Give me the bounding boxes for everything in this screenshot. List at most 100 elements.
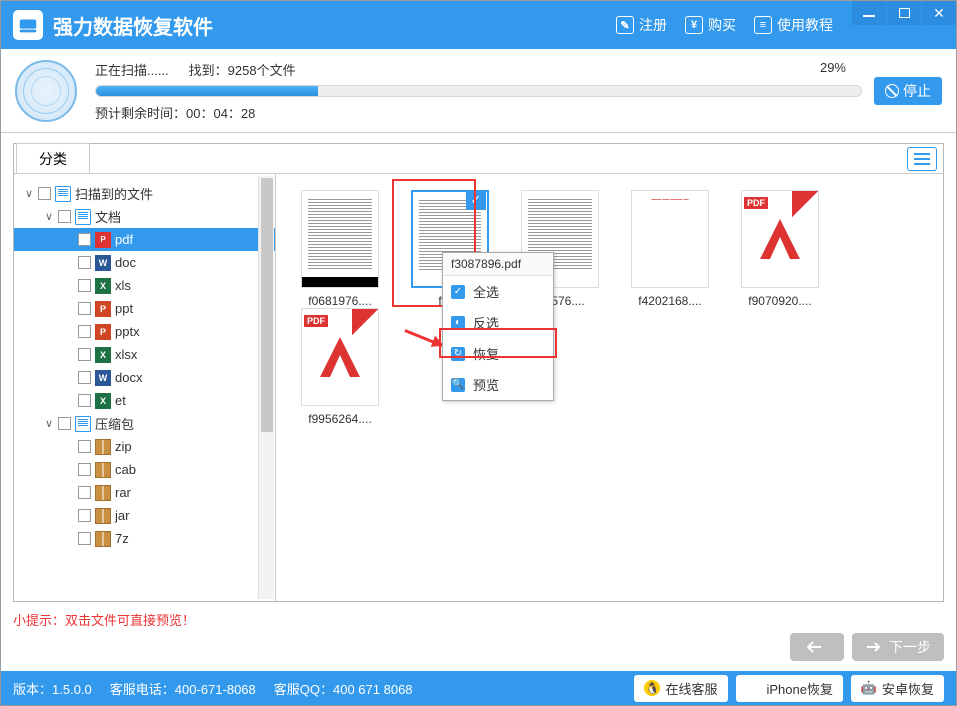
tree-node-label: 文档 bbox=[95, 207, 121, 226]
doc-icon bbox=[55, 186, 71, 202]
iphone-recover-button[interactable]: iPhone恢复 bbox=[736, 675, 843, 702]
tree-node-docx[interactable]: Wdocx bbox=[14, 366, 275, 389]
checkbox[interactable] bbox=[78, 532, 91, 545]
file-thumb[interactable]: PDFf9956264.... bbox=[290, 308, 390, 426]
file-thumb[interactable]: PDFf9070920.... bbox=[730, 190, 830, 308]
ctx-recover[interactable]: ↻ 恢复 bbox=[443, 338, 553, 369]
file-name: f0681976.... bbox=[290, 294, 390, 308]
progressbar-fill bbox=[96, 86, 318, 96]
tree-scrollbar[interactable] bbox=[258, 176, 274, 599]
checkbox[interactable] bbox=[78, 279, 91, 292]
expander-icon[interactable]: ∨ bbox=[42, 210, 56, 223]
close-button[interactable]: ✕ bbox=[922, 1, 956, 25]
file-thumb[interactable]: f0681976.... bbox=[290, 190, 390, 308]
view-toggle-button[interactable] bbox=[907, 147, 937, 171]
tree-node-xlsx[interactable]: Xxlsx bbox=[14, 343, 275, 366]
tree-node-jar[interactable]: jar bbox=[14, 504, 275, 527]
tutorial-label: 使用教程 bbox=[777, 15, 833, 35]
checkbox[interactable] bbox=[78, 394, 91, 407]
tree-node-rar[interactable]: rar bbox=[14, 481, 275, 504]
tree-node-label: 扫描到的文件 bbox=[75, 184, 153, 203]
zip-icon bbox=[95, 508, 111, 524]
context-menu: f3087896.pdf ✓ 全选 ◐ 反选 ↻ 恢复 bbox=[442, 252, 554, 401]
checkbox[interactable] bbox=[58, 417, 71, 430]
buy-button[interactable]: ¥ 购买 bbox=[685, 15, 736, 35]
checkbox[interactable] bbox=[78, 371, 91, 384]
xls-icon: X bbox=[95, 393, 111, 409]
checkbox[interactable] bbox=[78, 509, 91, 522]
checkbox[interactable] bbox=[38, 187, 51, 200]
android-icon: 🤖 bbox=[861, 680, 877, 696]
tree-node-pptx[interactable]: Ppptx bbox=[14, 320, 275, 343]
checkbox[interactable] bbox=[78, 440, 91, 453]
ctx-preview[interactable]: 🔍 预览 bbox=[443, 369, 553, 400]
expander-icon[interactable]: ∨ bbox=[22, 187, 36, 200]
doc-icon bbox=[75, 416, 91, 432]
expander-icon[interactable]: ∨ bbox=[42, 417, 56, 430]
recover-icon: ↻ bbox=[451, 347, 465, 361]
checkbox[interactable] bbox=[58, 210, 71, 223]
ctx-select-all[interactable]: ✓ 全选 bbox=[443, 276, 553, 307]
ppt-icon: P bbox=[95, 324, 111, 340]
tree-node-扫描到的文件[interactable]: ∨ 扫描到的文件 bbox=[14, 182, 275, 205]
pdf-icon: P bbox=[95, 232, 111, 248]
file-name: f9070920.... bbox=[730, 294, 830, 308]
android-recover-label: 安卓恢复 bbox=[882, 679, 934, 698]
stop-button[interactable]: 停止 bbox=[874, 77, 942, 105]
buy-label: 购买 bbox=[708, 15, 736, 35]
tree-node-xls[interactable]: Xxls bbox=[14, 274, 275, 297]
minimize-button[interactable] bbox=[852, 1, 886, 25]
checkbox[interactable] bbox=[78, 463, 91, 476]
category-tree[interactable]: ∨扫描到的文件∨文档PpdfWdocXxlsPpptPpptxXxlsxWdoc… bbox=[14, 174, 276, 601]
tree-node-label: jar bbox=[115, 508, 129, 523]
tree-node-doc[interactable]: Wdoc bbox=[14, 251, 275, 274]
word-icon: W bbox=[95, 370, 111, 386]
tree-node-label: et bbox=[115, 393, 126, 408]
tree-node-压缩包[interactable]: ∨压缩包 bbox=[14, 412, 275, 435]
file-preview: ━━━━ ━━━ ━━━━━ ━━ bbox=[631, 190, 709, 288]
checkbox[interactable] bbox=[78, 256, 91, 269]
app-logo-icon bbox=[13, 10, 43, 40]
checkbox[interactable] bbox=[78, 302, 91, 315]
tree-node-ppt[interactable]: Pppt bbox=[14, 297, 275, 320]
register-button[interactable]: ✎ 注册 bbox=[616, 15, 667, 35]
file-preview: PDF bbox=[301, 308, 379, 406]
book-icon: ≡ bbox=[754, 16, 772, 34]
ctx-invert[interactable]: ◐ 反选 bbox=[443, 307, 553, 338]
footer-version: 版本：1.5.0.0 bbox=[13, 679, 92, 698]
tree-node-label: pptx bbox=[115, 324, 140, 339]
xls-icon: X bbox=[95, 278, 111, 294]
tree-scrollbar-thumb[interactable] bbox=[261, 178, 273, 432]
ctx-select-all-label: 全选 bbox=[473, 282, 499, 301]
tree-node-label: cab bbox=[115, 462, 136, 477]
checkbox[interactable] bbox=[78, 325, 91, 338]
check-icon: ✓ bbox=[451, 285, 465, 299]
maximize-button[interactable] bbox=[887, 1, 921, 25]
tree-node-7z[interactable]: 7z bbox=[14, 527, 275, 550]
android-recover-button[interactable]: 🤖 安卓恢复 bbox=[851, 675, 944, 702]
tree-node-pdf[interactable]: Ppdf bbox=[14, 228, 275, 251]
online-support-button[interactable]: 🐧 在线客服 bbox=[634, 675, 727, 702]
stop-label: 停止 bbox=[903, 81, 931, 101]
scanning-label: 正在扫描...... bbox=[95, 60, 169, 79]
tab-category[interactable]: 分类 bbox=[16, 143, 90, 173]
tree-node-cab[interactable]: cab bbox=[14, 458, 275, 481]
register-label: 注册 bbox=[639, 15, 667, 35]
file-preview bbox=[301, 190, 379, 288]
checkbox[interactable] bbox=[78, 233, 91, 246]
undo-button[interactable] bbox=[790, 633, 844, 661]
next-button[interactable]: 下一步 bbox=[852, 633, 944, 661]
zip-icon bbox=[95, 531, 111, 547]
tree-node-label: pdf bbox=[115, 232, 133, 247]
tree-node-zip[interactable]: zip bbox=[14, 435, 275, 458]
tree-node-et[interactable]: Xet bbox=[14, 389, 275, 412]
checkbox[interactable] bbox=[78, 348, 91, 361]
tree-node-label: doc bbox=[115, 255, 136, 270]
tree-node-文档[interactable]: ∨ 文档 bbox=[14, 205, 275, 228]
next-label: 下一步 bbox=[889, 637, 931, 657]
ppt-icon: P bbox=[95, 301, 111, 317]
checkbox[interactable] bbox=[78, 486, 91, 499]
tutorial-button[interactable]: ≡ 使用教程 bbox=[754, 15, 833, 35]
zip-icon bbox=[95, 439, 111, 455]
file-thumb[interactable]: ━━━━ ━━━ ━━━━━ ━━f4202168.... bbox=[620, 190, 720, 308]
